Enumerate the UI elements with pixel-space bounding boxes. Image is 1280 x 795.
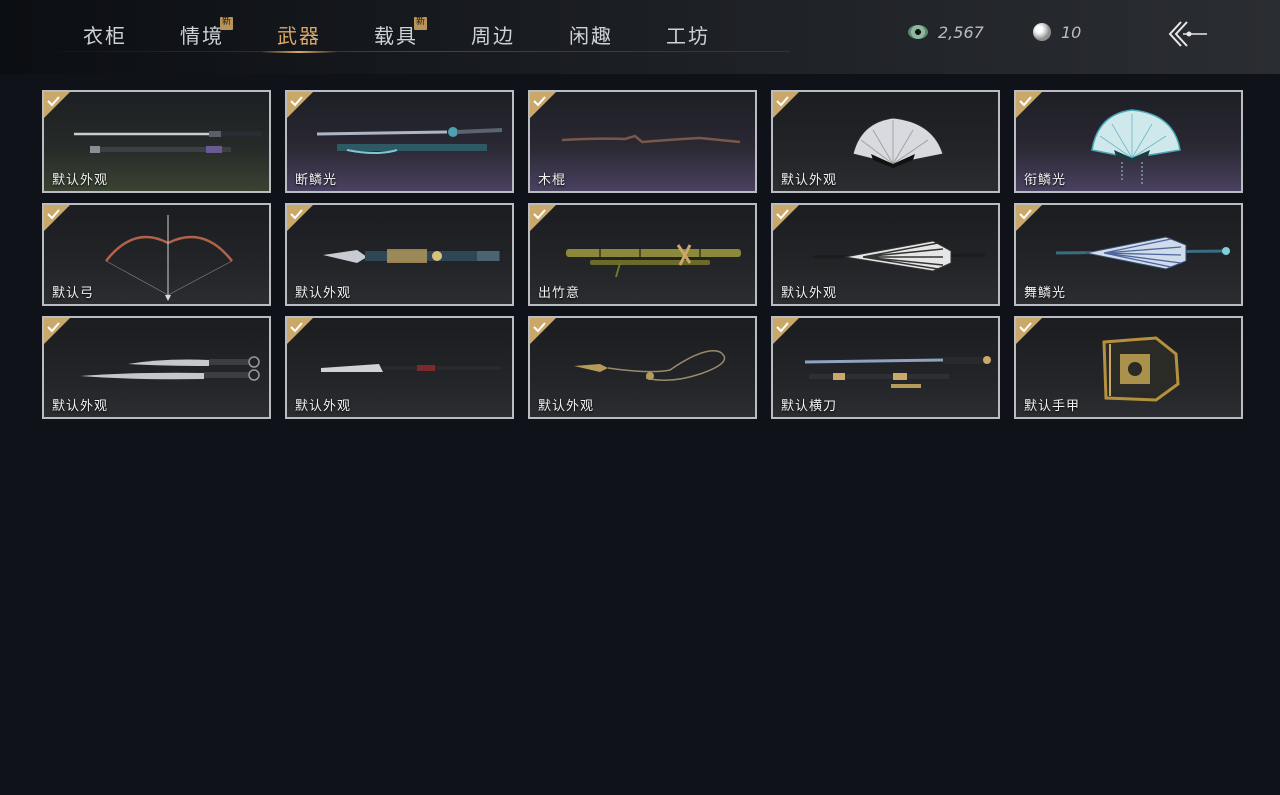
weapon-card[interactable]: 默认手甲 [1014,316,1243,419]
weapon-name: 出竹意 [538,286,581,301]
back-button[interactable] [1165,16,1213,52]
jade-coin-icon [908,25,928,39]
back-arrow-icon [1168,21,1207,47]
weapon-name: 断鳞光 [295,173,338,188]
owned-check-icon [1016,92,1042,118]
tab-label: 工坊 [666,24,710,48]
owned-check-icon [44,92,70,118]
tab-wardrobe[interactable]: 衣柜 [55,20,155,52]
top-bar: 衣柜 情境新 武器 载具新 周边 闲趣 工坊 2,567 10 [0,0,1280,74]
owned-check-icon [530,318,556,344]
weapon-card[interactable]: 木棍 [528,90,757,193]
weapon-name: 默认横刀 [781,399,838,414]
tab-label: 载具 [374,24,418,48]
weapon-name: 默认手甲 [1024,399,1081,414]
tab-label: 情境 [180,24,224,48]
weapon-card[interactable]: 默认外观 [285,203,514,306]
weapon-card[interactable]: 默认外观 [42,90,271,193]
owned-check-icon [44,318,70,344]
weapon-name: 默认弓 [52,286,95,301]
category-tabs: 衣柜 情境新 武器 载具新 周边 闲趣 工坊 [55,0,790,74]
new-badge: 新 [220,17,233,30]
weapon-name: 木棍 [538,173,567,188]
weapon-name: 默认外观 [52,173,109,188]
weapon-name: 衔鳞光 [1024,173,1067,188]
tab-scene[interactable]: 情境新 [152,17,252,52]
weapon-name: 默认外观 [538,399,595,414]
jade-currency: 2,567 [908,20,984,44]
weapon-card[interactable]: 默认弓 [42,203,271,306]
weapon-name: 默认外观 [781,173,838,188]
owned-check-icon [530,205,556,231]
tab-weapons[interactable]: 武器 [249,20,349,53]
tab-accessories[interactable]: 周边 [443,20,543,52]
weapon-card[interactable]: 默认外观 [771,90,1000,193]
pearl-amount: 10 [1061,22,1082,42]
owned-check-icon [773,318,799,344]
weapon-name: 默认外观 [52,399,109,414]
pearl-currency: 10 [1033,20,1081,44]
weapon-card[interactable]: 出竹意 [528,203,757,306]
weapon-name: 舞鳞光 [1024,286,1067,301]
owned-check-icon [773,205,799,231]
tab-mounts[interactable]: 载具新 [346,17,446,52]
owned-check-icon [773,92,799,118]
weapon-name: 默认外观 [295,286,352,301]
pearl-icon [1033,23,1051,41]
tab-label: 衣柜 [83,24,127,48]
tab-label: 周边 [471,24,515,48]
weapon-card[interactable]: 默认外观 [528,316,757,419]
tab-leisure[interactable]: 闲趣 [541,20,641,52]
owned-check-icon [1016,205,1042,231]
tab-label: 武器 [277,24,321,48]
weapon-card[interactable]: 默认外观 [285,316,514,419]
weapon-card[interactable]: 衔鳞光 [1014,90,1243,193]
owned-check-icon [44,205,70,231]
weapon-card[interactable]: 断鳞光 [285,90,514,193]
weapon-name: 默认外观 [295,399,352,414]
weapon-card[interactable]: 默认横刀 [771,316,1000,419]
weapon-card[interactable]: 舞鳞光 [1014,203,1243,306]
weapon-card[interactable]: 默认外观 [42,316,271,419]
owned-check-icon [530,92,556,118]
weapon-card[interactable]: 默认外观 [771,203,1000,306]
tab-label: 闲趣 [569,24,613,48]
jade-amount: 2,567 [938,22,984,42]
tab-workshop[interactable]: 工坊 [638,20,738,52]
weapon-name: 默认外观 [781,286,838,301]
owned-check-icon [287,318,313,344]
owned-check-icon [287,92,313,118]
owned-check-icon [1016,318,1042,344]
owned-check-icon [287,205,313,231]
new-badge: 新 [414,17,427,30]
